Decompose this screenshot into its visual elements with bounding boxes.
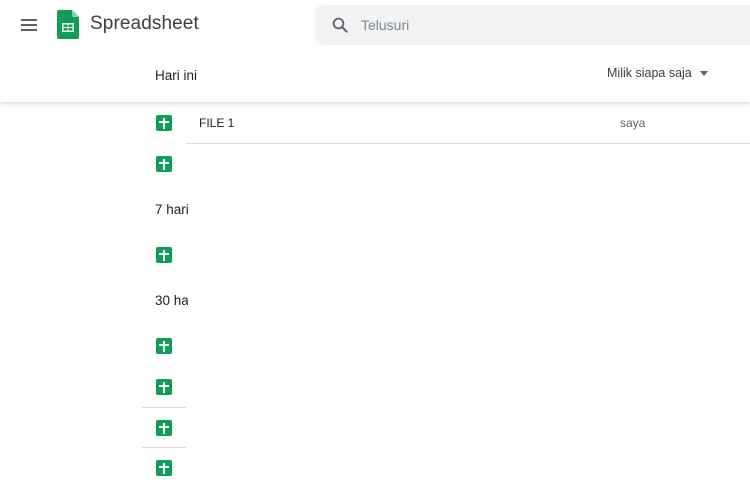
file-row[interactable] [140,366,750,407]
sheets-file-icon [156,379,172,395]
caret-down-icon [699,70,708,76]
file-row[interactable] [140,407,750,448]
menu-icon-bar [21,24,37,26]
group-heading-30-days: 30 ha [155,293,188,308]
section-heading-today: Hari ini [155,68,198,83]
group-heading-7-days: 7 hari [155,202,188,217]
file-row[interactable] [140,234,750,275]
sheets-file-icon [156,156,172,172]
sheets-file-icon [156,115,172,131]
file-row[interactable]: FILE 1 saya [140,102,750,143]
file-owner: saya [620,116,646,130]
top-bar: Spreadsheet Hari ini Milik siapa saja [0,0,750,102]
sheets-file-icon [156,420,172,436]
file-name: FILE 1 [199,116,235,130]
main-menu-button[interactable] [18,14,40,36]
sheets-logo-icon[interactable] [57,10,79,39]
menu-icon-bar [21,29,37,31]
file-row[interactable] [140,447,750,488]
app-title[interactable]: Spreadsheet [90,13,199,35]
sheets-file-icon [156,338,172,354]
file-row[interactable] [140,325,750,366]
menu-icon-bar [21,19,37,21]
sheets-file-icon [156,460,172,476]
sheets-file-icon [156,247,172,263]
file-row[interactable] [140,143,750,184]
owner-filter-label: Milik siapa saja [607,66,692,80]
owner-filter-dropdown[interactable]: Milik siapa saja [607,66,708,80]
search-icon[interactable] [331,16,349,34]
search-bar[interactable] [315,5,750,45]
search-input[interactable] [361,5,741,45]
